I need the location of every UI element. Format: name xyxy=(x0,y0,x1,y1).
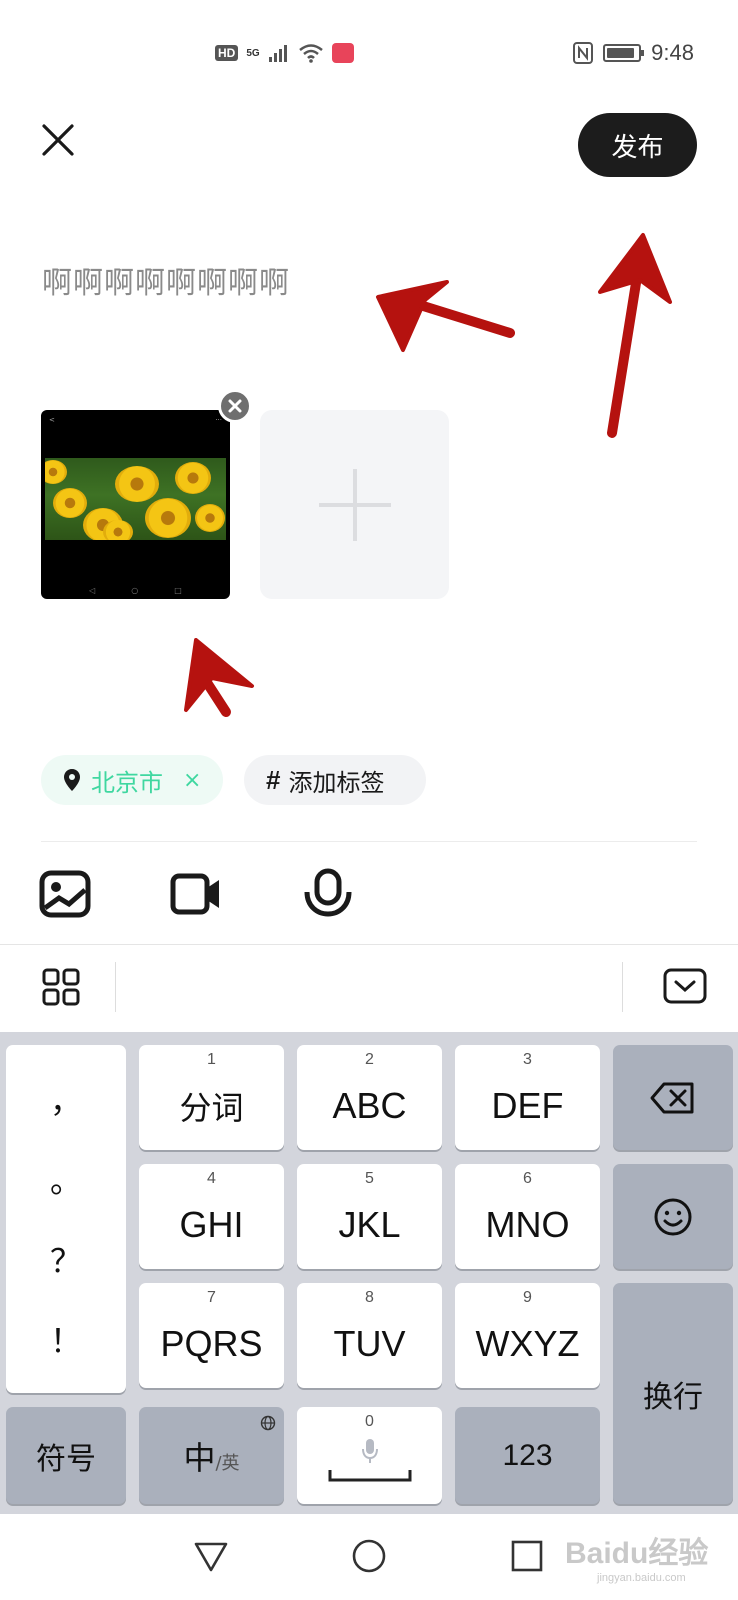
network-type-label: 5G xyxy=(246,47,260,59)
emoji-key[interactable] xyxy=(613,1164,733,1269)
language-toggle-key[interactable]: 中 /英 xyxy=(139,1407,284,1504)
punctuation-column[interactable]: ， 。 ？ ！ xyxy=(6,1045,126,1393)
numeric-key[interactable]: 123 xyxy=(455,1407,600,1504)
location-chip[interactable]: 北京市 × xyxy=(41,755,223,805)
close-icon xyxy=(228,399,242,413)
location-label: 北京市 xyxy=(91,768,163,797)
status-bar-right: 9:48 xyxy=(573,38,694,68)
signal-icon xyxy=(268,45,287,62)
baidu-watermark: Baidu经验 xyxy=(565,1537,709,1570)
collapse-keyboard-icon[interactable] xyxy=(663,968,707,1004)
exclamation-key[interactable]: ！ xyxy=(50,1316,82,1362)
add-tag-chip[interactable]: # 添加标签 xyxy=(244,755,426,805)
thumbnail-navbar: ◁ ○ □ xyxy=(89,586,182,595)
enter-key[interactable]: 换行 xyxy=(613,1283,733,1504)
question-key[interactable]: ？ xyxy=(50,1236,82,1282)
thumbnail-statusbar: < ··· xyxy=(49,416,222,424)
symbols-key[interactable]: 符号 xyxy=(6,1407,126,1504)
location-pin-icon xyxy=(64,769,80,791)
image-icon[interactable] xyxy=(39,868,91,920)
plus-icon xyxy=(318,468,391,541)
add-tag-label: 添加标签 xyxy=(288,768,385,797)
space-key[interactable]: 0 xyxy=(297,1407,442,1504)
key-6[interactable]: 6 MNO xyxy=(455,1164,600,1269)
status-bar-left: HD 5G xyxy=(215,38,354,68)
grid-menu-icon[interactable] xyxy=(42,968,80,1006)
microphone-icon[interactable] xyxy=(302,868,354,920)
globe-icon xyxy=(260,1415,276,1431)
calendar-app-icon xyxy=(331,43,354,63)
status-time: 9:48 xyxy=(651,40,694,65)
remove-image-button[interactable] xyxy=(218,389,252,423)
sunflower-photo xyxy=(45,458,226,540)
t9-keyboard: ， 。 ？ ！ 1 分词 2 ABC 3 DEF 4 GHI 5 JKL 6 M… xyxy=(0,1032,738,1514)
period-key[interactable]: 。 xyxy=(50,1156,82,1202)
hd-icon: HD xyxy=(215,45,239,61)
backspace-key[interactable] xyxy=(613,1045,733,1150)
toolbar-separator xyxy=(115,962,116,1012)
nfc-icon xyxy=(573,42,594,64)
key-2[interactable]: 2 ABC xyxy=(297,1045,442,1150)
back-triangle-icon[interactable] xyxy=(191,1536,231,1576)
attached-image-thumbnail[interactable]: < ··· ◁ ○ □ xyxy=(41,410,230,599)
add-image-button[interactable] xyxy=(260,410,449,599)
key-5[interactable]: 5 JKL xyxy=(297,1164,442,1269)
key-1[interactable]: 1 分词 xyxy=(139,1045,284,1150)
hashtag-icon: # xyxy=(266,764,281,795)
keyboard-toolbar xyxy=(0,944,738,1032)
key-9[interactable]: 9 WXYZ xyxy=(455,1283,600,1388)
divider xyxy=(41,841,697,842)
key-3[interactable]: 3 DEF xyxy=(455,1045,600,1150)
watermark-url: jingyan.baidu.com xyxy=(597,1572,686,1584)
recents-square-icon[interactable] xyxy=(507,1536,547,1576)
key-7[interactable]: 7 PQRS xyxy=(139,1283,284,1388)
video-icon[interactable] xyxy=(170,868,222,920)
close-icon[interactable] xyxy=(36,118,80,162)
key-8[interactable]: 8 TUV xyxy=(297,1283,442,1388)
space-bar-icon xyxy=(328,1469,411,1481)
microphone-icon xyxy=(361,1438,378,1463)
post-text-input[interactable]: 啊啊啊啊啊啊啊啊 xyxy=(42,258,290,302)
battery-icon xyxy=(603,44,645,62)
clear-location-icon[interactable]: × xyxy=(183,768,201,793)
publish-button[interactable]: 发布 xyxy=(578,113,697,177)
arrow-to-publish xyxy=(607,278,641,438)
arrow-to-image xyxy=(199,673,231,717)
comma-key[interactable]: ， xyxy=(50,1076,82,1122)
wifi-icon xyxy=(298,44,323,63)
home-circle-icon[interactable] xyxy=(349,1536,389,1576)
emoji-icon xyxy=(654,1198,692,1235)
toolbar-separator xyxy=(622,962,623,1012)
backspace-icon xyxy=(650,1082,694,1113)
arrow-to-text xyxy=(415,300,515,338)
key-4[interactable]: 4 GHI xyxy=(139,1164,284,1269)
